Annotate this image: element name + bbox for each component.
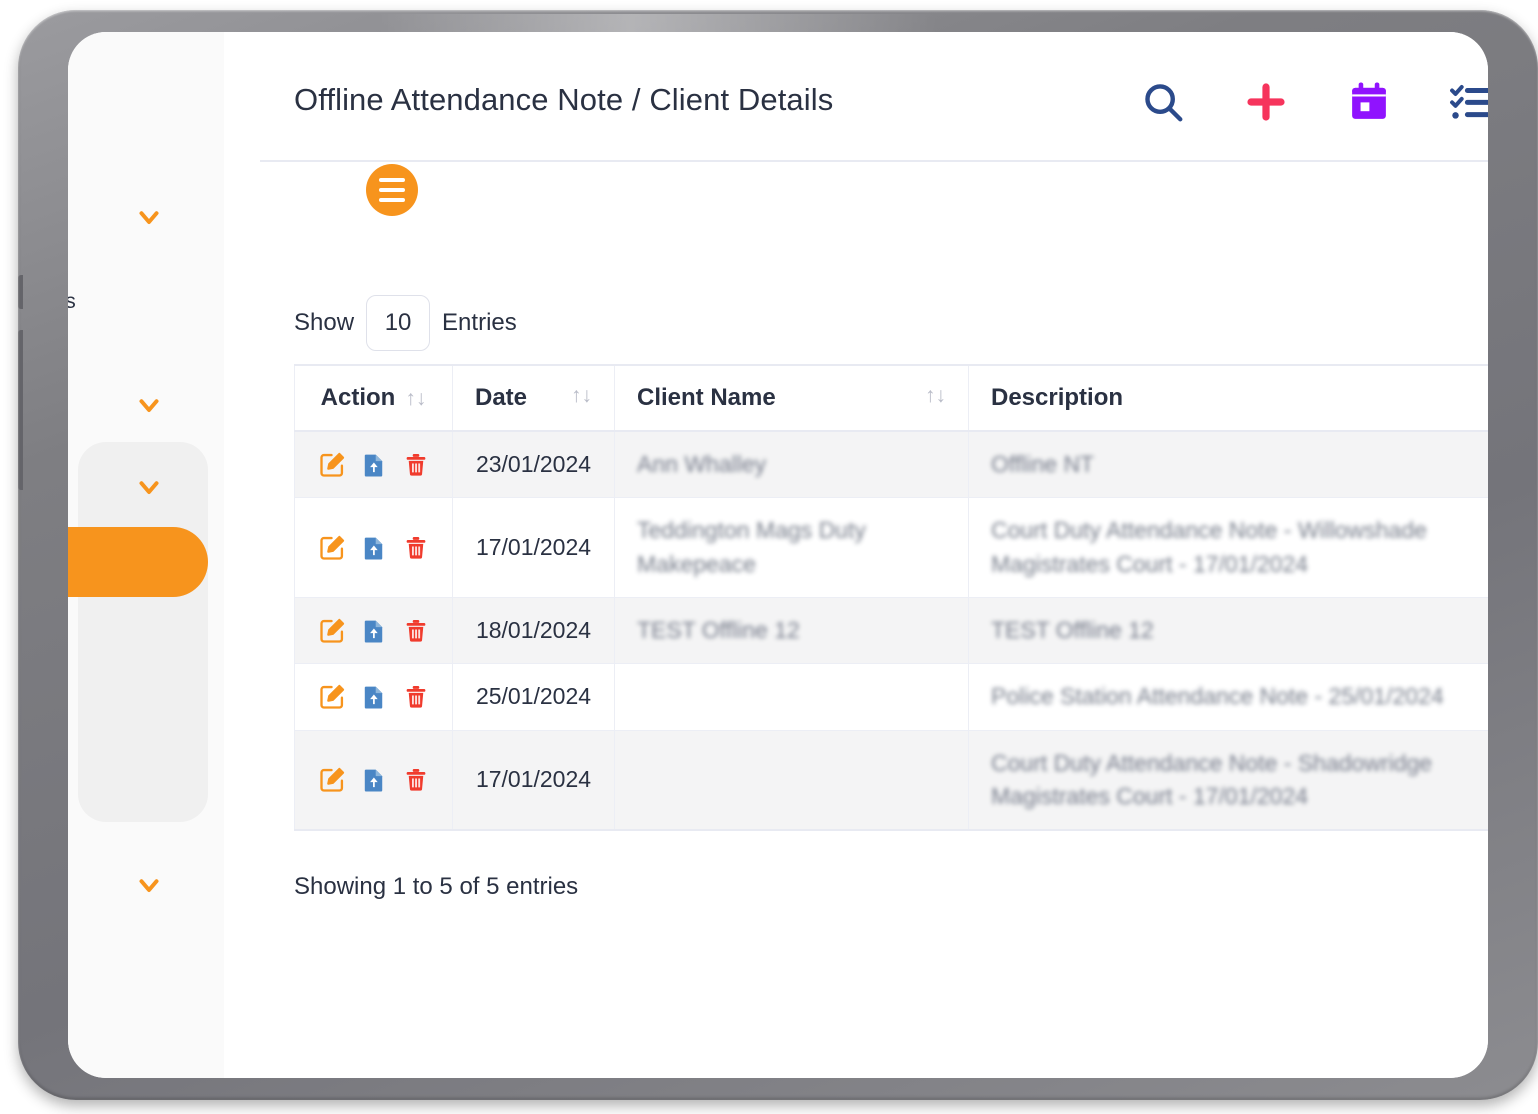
hamburger-menu-button[interactable]: [366, 164, 418, 216]
device-frame: rs Offline Attendance Note / Client Deta…: [18, 10, 1538, 1100]
column-header-client-name-label: Client Name: [637, 384, 776, 411]
entries-per-page-input[interactable]: [366, 295, 430, 351]
row-action-group: [317, 766, 430, 794]
client-name-value: Ann Whalley: [637, 451, 766, 477]
cell-description: Court Duty Attendance Note - Shadowridge…: [969, 730, 1489, 830]
table-header-row: Action ↑↓ Date ↑↓ Client Name ↑↓ Descriptio…: [295, 365, 1489, 431]
column-header-description-label: Description: [991, 384, 1123, 411]
description-value: Court Duty Attendance Note - Shadowridge…: [991, 750, 1432, 809]
sort-icon[interactable]: ↑↓: [405, 387, 426, 410]
table-row: 25/01/2024 Police Station Attendance Note…: [295, 664, 1489, 730]
column-header-action-label: Action: [321, 384, 396, 411]
device-volume-button: [18, 330, 23, 490]
cell-actions: [295, 598, 453, 664]
client-name-value: TEST Offline 12: [637, 617, 800, 643]
row-action-group: [317, 683, 430, 711]
column-header-date[interactable]: Date ↑↓: [453, 365, 615, 431]
sidebar-item-chevron-3[interactable]: [134, 472, 164, 502]
checklist-icon[interactable]: [1446, 76, 1488, 128]
cell-client-name: Teddington Mags Duty Makepeace: [615, 498, 969, 598]
edit-icon[interactable]: [318, 534, 346, 562]
column-header-client-name[interactable]: Client Name ↑↓: [615, 365, 969, 431]
edit-icon[interactable]: [318, 617, 346, 645]
table-row: 23/01/2024 Ann Whalley Offline NT: [295, 431, 1489, 498]
table-entries-summary: Showing 1 to 5 of 5 entries: [294, 873, 1488, 901]
upload-icon[interactable]: [360, 766, 388, 794]
sidebar-item-label-partial: rs: [68, 290, 76, 314]
cell-description: Court Duty Attendance Note - Willowshade…: [969, 498, 1489, 598]
column-header-date-label: Date: [475, 384, 527, 411]
page-header: Offline Attendance Note / Client Details: [224, 32, 1488, 160]
screen: rs Offline Attendance Note / Client Deta…: [68, 32, 1488, 1078]
description-value: Court Duty Attendance Note - Willowshade…: [991, 517, 1427, 576]
search-icon[interactable]: [1137, 76, 1189, 128]
sidebar: rs: [68, 32, 224, 1078]
delete-icon[interactable]: [402, 766, 430, 794]
sidebar-item-chevron-4[interactable]: [134, 870, 164, 900]
cell-client-name: [615, 664, 969, 730]
table-header: Action ↑↓ Date ↑↓ Client Name ↑↓ Descriptio…: [295, 365, 1489, 431]
cell-date: 17/01/2024: [453, 498, 615, 598]
row-action-group: [317, 617, 430, 645]
header-divider: [260, 160, 1488, 162]
delete-icon[interactable]: [402, 451, 430, 479]
hamburger-bar: [379, 198, 405, 202]
hamburger-bar: [379, 188, 405, 192]
edit-icon[interactable]: [318, 451, 346, 479]
cell-actions: [295, 498, 453, 598]
edit-icon[interactable]: [318, 683, 346, 711]
delete-icon[interactable]: [402, 617, 430, 645]
cell-actions: [295, 730, 453, 830]
cell-description: Offline NT: [969, 431, 1489, 498]
sort-icon[interactable]: ↑↓: [571, 384, 592, 408]
bezel-glare: [378, 14, 938, 32]
sidebar-item-chevron-1[interactable]: [134, 202, 164, 232]
sidebar-item-chevron-2[interactable]: [134, 390, 164, 420]
hamburger-bar: [379, 178, 405, 182]
description-value: Offline NT: [991, 451, 1094, 477]
column-header-description[interactable]: Description: [969, 365, 1489, 431]
upload-icon[interactable]: [360, 451, 388, 479]
description-value: TEST Offline 12: [991, 617, 1154, 643]
device-power-button: [18, 275, 23, 309]
calendar-icon[interactable]: [1343, 76, 1395, 128]
table-row: 17/01/2024 Court Duty Attendance Note - S…: [295, 730, 1489, 830]
cell-date: 18/01/2024: [453, 598, 615, 664]
cell-date: 23/01/2024: [453, 431, 615, 498]
show-entries-control: Show Entries: [294, 294, 1488, 352]
upload-icon[interactable]: [360, 683, 388, 711]
row-action-group: [317, 451, 430, 479]
page-title: Offline Attendance Note / Client Details: [294, 82, 833, 118]
table-panel: Show Entries Action↑↓ Da: [294, 294, 1488, 1078]
cell-description: TEST Offline 12: [969, 598, 1489, 664]
delete-icon[interactable]: [402, 683, 430, 711]
cell-client-name: TEST Offline 12: [615, 598, 969, 664]
offline-attendance-note-table: Action ↑↓ Date ↑↓ Client Name ↑↓ Descriptio…: [294, 364, 1488, 831]
upload-icon[interactable]: [360, 534, 388, 562]
cell-client-name: [615, 730, 969, 830]
delete-icon[interactable]: [402, 534, 430, 562]
client-name-value: Teddington Mags Duty Makepeace: [637, 517, 866, 576]
cell-client-name: Ann Whalley: [615, 431, 969, 498]
cell-date: 17/01/2024: [453, 730, 615, 830]
description-value: Police Station Attendance Note - 25/01/2…: [991, 683, 1444, 709]
cell-actions: [295, 431, 453, 498]
upload-icon[interactable]: [360, 617, 388, 645]
plus-icon[interactable]: [1240, 76, 1292, 128]
row-action-group: [317, 534, 430, 562]
cell-description: Police Station Attendance Note - 25/01/2…: [969, 664, 1489, 730]
table-row: 18/01/2024 TEST Offline 12 TEST Offline 12: [295, 598, 1489, 664]
table-body: 23/01/2024 Ann Whalley Offline NT 17/01/202…: [295, 431, 1489, 830]
header-action-bar: [1137, 76, 1488, 128]
table-row: 17/01/2024 Teddington Mags Duty Makepeace…: [295, 498, 1489, 598]
sidebar-item-active[interactable]: [68, 527, 208, 597]
cell-actions: [295, 664, 453, 730]
entries-suffix-label: Entries: [442, 309, 517, 337]
sort-icon[interactable]: ↑↓: [925, 384, 946, 408]
cell-date: 25/01/2024: [453, 664, 615, 730]
column-header-action[interactable]: Action ↑↓: [295, 365, 453, 431]
edit-icon[interactable]: [318, 766, 346, 794]
show-entries-label: Show: [294, 309, 354, 337]
main-content: Offline Attendance Note / Client Details: [224, 32, 1488, 1078]
